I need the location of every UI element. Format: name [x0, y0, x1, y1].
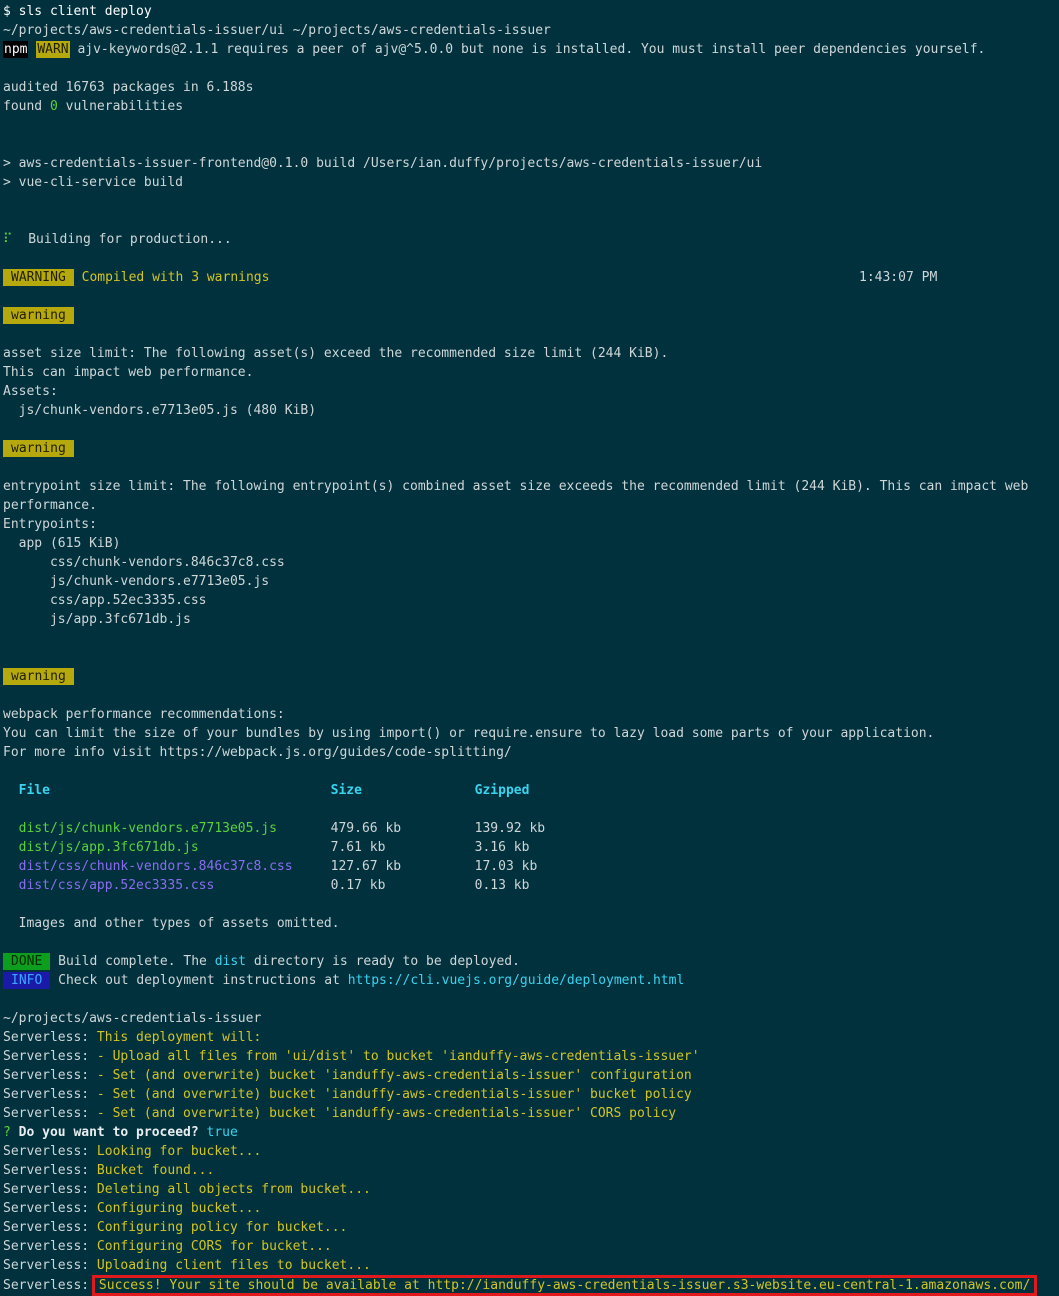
serverless-line: Serverless: - Set (and overwrite) bucket…	[3, 1087, 692, 1102]
warn-text: Assets:	[3, 384, 58, 399]
serverless-line: Serverless: This deployment will:	[3, 1030, 262, 1045]
vuln-line: found 0 vulnerabilities	[3, 99, 184, 114]
dist-word: dist	[214, 954, 246, 969]
info-badge: INFO	[3, 972, 51, 989]
warning-badge-line: warning	[3, 306, 1059, 325]
npm-badge: npm	[3, 41, 29, 58]
success-message[interactable]: Success! Your site should be available a…	[91, 1275, 1038, 1296]
warn-text: This can impact web performance.	[3, 365, 254, 380]
warn-text: For more info visit https://webpack.js.o…	[3, 745, 512, 760]
deployment-docs-link[interactable]: https://cli.vuejs.org/guide/deployment.h…	[348, 973, 685, 988]
vuln-count: 0	[49, 99, 58, 114]
warn-text: performance.	[3, 498, 97, 513]
serverless-line: Serverless: - Set (and overwrite) bucket…	[3, 1068, 692, 1083]
prompt-symbol: $	[3, 4, 11, 19]
build-cmd-line: > aws-credentials-issuer-frontend@0.1.0 …	[3, 156, 763, 171]
warn-text: css/chunk-vendors.846c37c8.css	[3, 555, 285, 570]
npm-warn-text: ajv-keywords@2.1.1 requires a peer of aj…	[77, 42, 986, 57]
table-row: dist/js/chunk-vendors.e7713e05.js 479.66 …	[18, 821, 546, 836]
prompt-command: sls client deploy	[18, 4, 152, 19]
warn-text: Entrypoints:	[3, 517, 97, 532]
proceed-question: ? Do you want to proceed? true	[3, 1125, 238, 1140]
spinner-icon: ⠏	[3, 232, 13, 247]
info-line: INFO Check out deployment instructions a…	[3, 971, 1059, 990]
compile-time: 1:43:07 PM	[859, 270, 938, 285]
terminal-output: $ sls client deploy ~/projects/aws-crede…	[0, 0, 1059, 1296]
serverless-line: Serverless: Configuring CORS for bucket.…	[3, 1239, 332, 1254]
warn-text: css/app.52ec3335.css	[3, 593, 207, 608]
audit-line: audited 16763 packages in 6.188s	[3, 80, 254, 95]
serverless-line: Serverless: Configuring bucket...	[3, 1201, 262, 1216]
npm-warn-line: npm WARN ajv-keywords@2.1.1 requires a p…	[3, 40, 1059, 59]
warn-badge: WARN	[36, 41, 70, 58]
cwd-line: ~/projects/aws-credentials-issuer/ui ~/p…	[3, 23, 551, 38]
warning-badge: WARNING	[3, 269, 74, 286]
warning-badge: warning	[3, 307, 74, 324]
warn-text: js/chunk-vendors.e7713e05.js (480 KiB)	[3, 403, 317, 418]
table-row: dist/css/app.52ec3335.css 0.17 kb 0.13 kb	[18, 878, 530, 893]
warn-text: js/app.3fc671db.js	[3, 612, 191, 627]
proceed-answer: true	[206, 1125, 238, 1140]
warning-badge-line: warning	[3, 439, 1059, 458]
serverless-line: Serverless: - Set (and overwrite) bucket…	[3, 1106, 677, 1121]
table-row: dist/js/app.3fc671db.js 7.61 kb 3.16 kb	[18, 840, 530, 855]
warning-badge: warning	[3, 668, 74, 685]
warning-badge: warning	[3, 440, 74, 457]
warn-text: js/chunk-vendors.e7713e05.js	[3, 574, 270, 589]
prompt-line: $ sls client deploy	[3, 2, 1059, 21]
serverless-line: Serverless: Looking for bucket...	[3, 1144, 262, 1159]
table-header: File Size Gzipped	[18, 783, 530, 798]
done-line: DONE Build complete. The dist directory …	[3, 952, 1059, 971]
warn-text: entrypoint size limit: The following ent…	[3, 479, 1029, 494]
compiled-text: Compiled with 3 warnings	[81, 270, 270, 285]
build-cmd-line: > vue-cli-service build	[3, 175, 184, 190]
warn-text: webpack performance recommendations:	[3, 707, 285, 722]
building-line: ⠏ Building for production...	[3, 232, 232, 247]
warn-text: asset size limit: The following asset(s)…	[3, 346, 669, 361]
warning-badge-line: warning	[3, 667, 1059, 686]
done-badge: DONE	[3, 953, 51, 970]
warn-text: You can limit the size of your bundles b…	[3, 726, 935, 741]
compiled-line: WARNING Compiled with 3 warnings 1:43:07 …	[3, 268, 1059, 287]
serverless-success-line: Serverless: Success! Your site should be…	[3, 1275, 1059, 1296]
cwd-line: ~/projects/aws-credentials-issuer	[3, 1011, 262, 1026]
serverless-line: Serverless: Configuring policy for bucke…	[3, 1220, 348, 1235]
serverless-line: Serverless: Deleting all objects from bu…	[3, 1182, 371, 1197]
serverless-line: Serverless: Bucket found...	[3, 1163, 215, 1178]
warn-text: app (615 KiB)	[3, 536, 121, 551]
table-row: dist/css/chunk-vendors.846c37c8.css 127.6…	[18, 859, 538, 874]
serverless-line: Serverless: Uploading client files to bu…	[3, 1258, 371, 1273]
table-footer: Images and other types of assets omitted…	[3, 916, 340, 931]
serverless-line: Serverless: - Upload all files from 'ui/…	[3, 1049, 700, 1064]
